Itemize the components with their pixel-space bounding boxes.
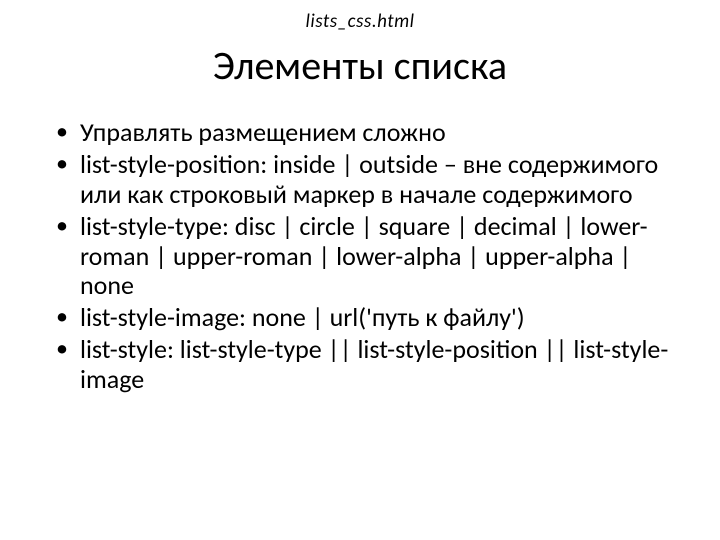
list-item: list-style-position: inside | outside – … (52, 150, 672, 210)
list-item: Управлять размещением сложно (52, 118, 672, 148)
list-item: list-style-type: disc | circle | square … (52, 212, 672, 302)
list-item: list-style-image: none | url('путь к фай… (52, 303, 672, 333)
slide-title: Элементы списка (48, 41, 672, 90)
bullet-list: Управлять размещением сложно list-style-… (48, 118, 672, 395)
list-item: list-style: list-style-type || list-styl… (52, 335, 672, 395)
slide-container: lists_css.html Элементы списка Управлять… (0, 0, 720, 540)
filename-label: lists_css.html (48, 10, 672, 33)
